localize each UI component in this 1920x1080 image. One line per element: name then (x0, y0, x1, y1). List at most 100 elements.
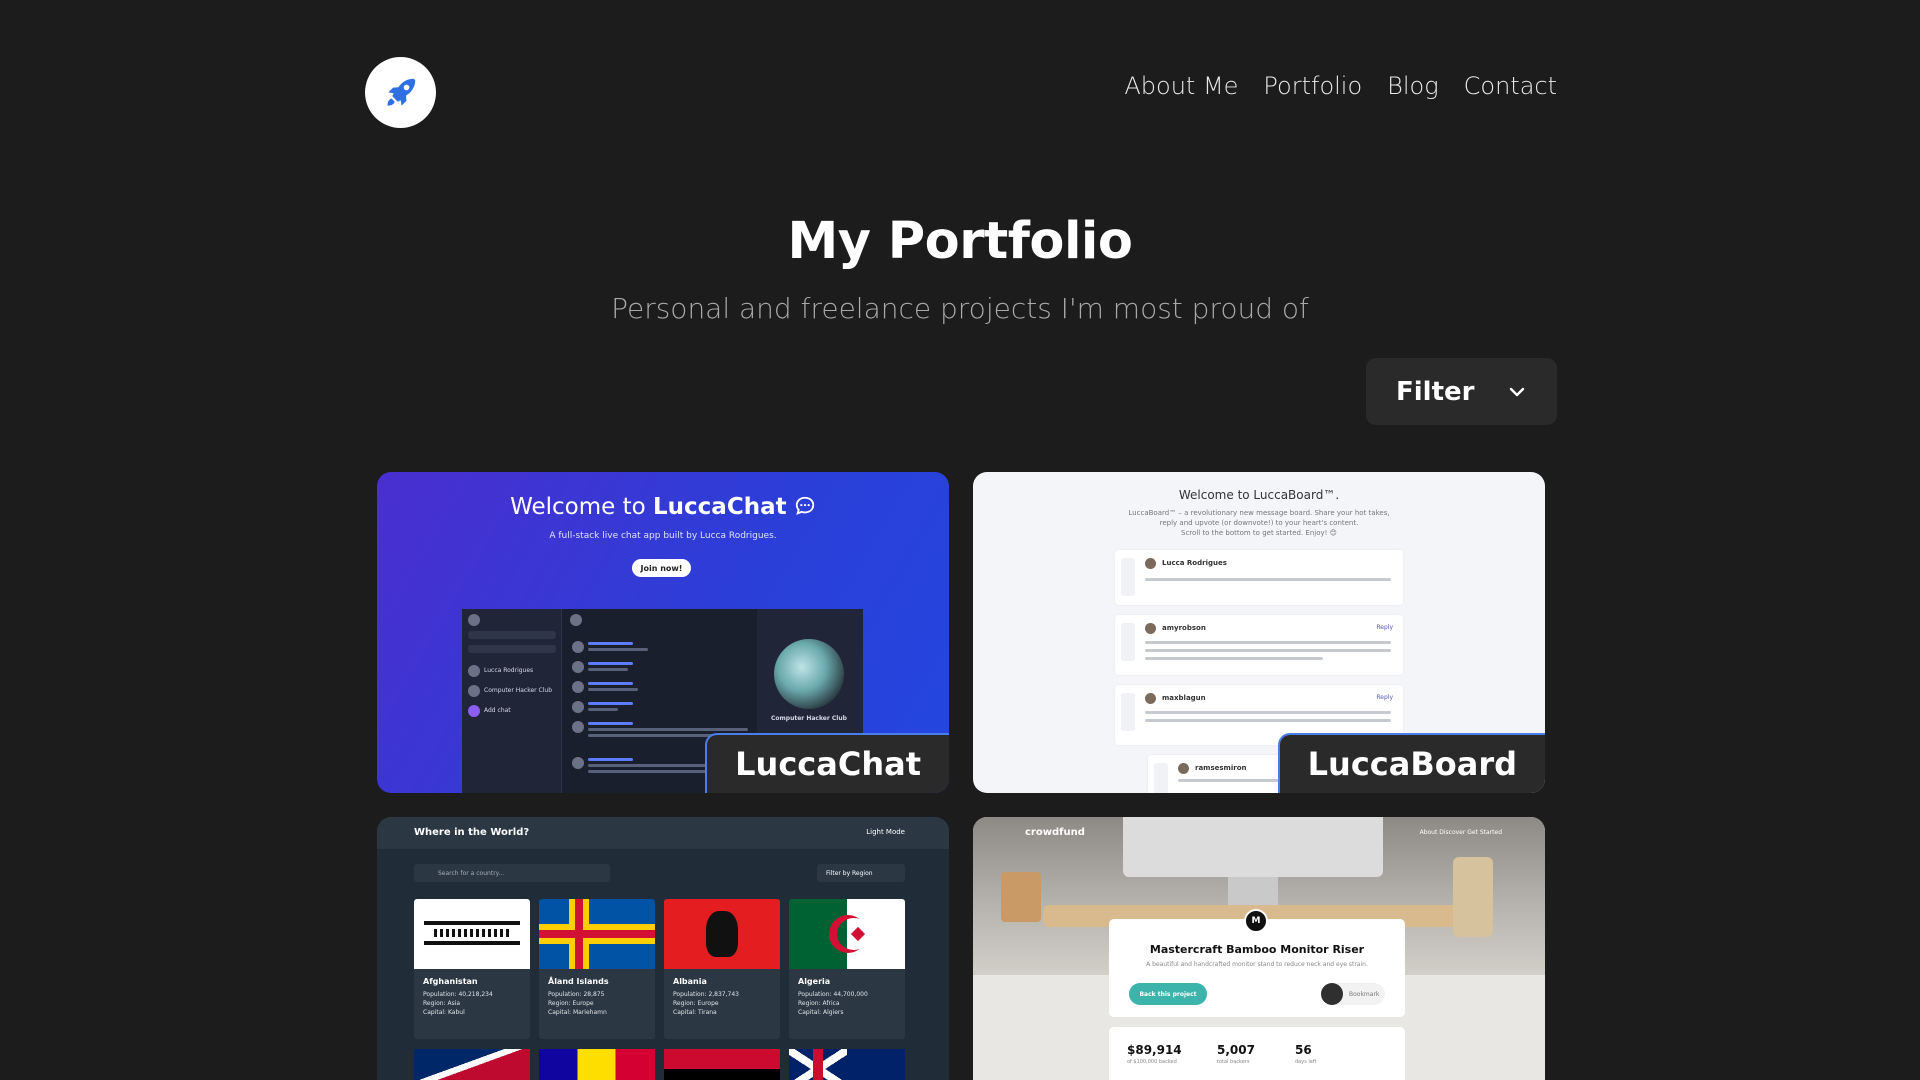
preview-search (468, 645, 556, 653)
nav-link-blog[interactable]: Blog (1387, 72, 1438, 100)
avatar (1178, 763, 1189, 774)
preview-chat-sidebar: Lucca Rodrigues Computer Hacker Club Add… (462, 609, 562, 793)
stat-value: 56 (1295, 1043, 1312, 1057)
bookmark-icon (1321, 983, 1343, 1005)
message-line (588, 662, 633, 665)
post-author: Lucca Rodrigues (1162, 559, 1227, 567)
avatar (1145, 693, 1156, 704)
country-name: Algeria (798, 977, 831, 986)
country-population: Population: 44,700,000 (798, 991, 868, 998)
country-capital: Capital: Kabul (423, 1009, 465, 1016)
country-region: Region: Europe (548, 1000, 594, 1007)
message-line (588, 722, 633, 725)
message-line (588, 702, 633, 705)
stat-value: 5,007 (1217, 1043, 1255, 1057)
post-author: amyrobson (1162, 624, 1206, 632)
project-title: LuccaChat (705, 733, 949, 793)
nav-link-portfolio[interactable]: Portfolio (1263, 72, 1362, 100)
preview-group-name: Computer Hacker Club (771, 715, 847, 722)
flag-anguilla (789, 1049, 905, 1080)
preview-intro: Scroll to the bottom to get started. Enj… (1181, 529, 1337, 537)
message-line (588, 642, 633, 645)
mastercraft-logo: M (1244, 909, 1268, 933)
preview-region-filter: Filter by Region (817, 864, 905, 882)
flag-angola (664, 1049, 780, 1080)
preview-side-item: Lucca Rodrigues (484, 667, 534, 674)
add-icon (468, 705, 480, 717)
avatar (1145, 558, 1156, 569)
preview-nav: About Discover Get Started (1419, 829, 1502, 836)
flag-aland (539, 899, 655, 969)
country-region: Region: Africa (798, 1000, 840, 1007)
monitor-stand-shape (1228, 877, 1278, 907)
avatar (572, 661, 584, 673)
stat-label: total backers (1217, 1059, 1250, 1065)
filter-label: Filter (1396, 376, 1475, 407)
preview-intro: reply and upvote (or downvote!) to your … (1159, 519, 1359, 527)
preview-tabs (468, 631, 556, 639)
avatar (468, 685, 480, 697)
preview-title: Where in the World? (414, 827, 530, 838)
preview-join-button: Join now! (632, 559, 691, 577)
preview-bookmark-button: Bookmark (1321, 983, 1385, 1005)
flag-albania (664, 899, 780, 969)
country-population: Population: 28,875 (548, 991, 605, 998)
project-title: LuccaBoard (1277, 733, 1545, 793)
vote-control (1121, 558, 1135, 596)
message-line (588, 648, 648, 651)
stat-backed: $89,914 of $100,000 backed (1127, 1043, 1182, 1065)
country-region: Region: Europe (673, 1000, 719, 1007)
project-card-crowdfund[interactable]: crowdfund About Discover Get Started Mas… (973, 817, 1545, 1080)
country-capital: Capital: Tirana (673, 1009, 717, 1016)
country-card: Algeria Population: 44,700,000 Region: A… (789, 899, 905, 1039)
country-card: Albania Population: 2,837,743 Region: Eu… (664, 899, 780, 1039)
preview-welcome: Welcome to LuccaChat (377, 494, 949, 520)
avatar (1145, 623, 1156, 634)
preview-brand: crowdfund (1025, 827, 1085, 838)
rocket-icon (387, 78, 415, 106)
reply-link: Reply (1376, 694, 1393, 701)
project-card-luccachat[interactable]: Welcome to LuccaChat A full-stack live c… (377, 472, 949, 793)
preview-product-desc: A beautiful and handcrafted monitor stan… (1146, 961, 1368, 968)
avatar (570, 614, 582, 626)
page-subtitle: Personal and freelance projects I'm most… (611, 292, 1309, 325)
preview-side-item: Computer Hacker Club (484, 687, 553, 694)
pencil-cup-shape (1001, 872, 1041, 922)
lamp-shape (1453, 857, 1493, 937)
post-text (1145, 578, 1391, 581)
flag-american-samoa (414, 1049, 530, 1080)
preview-product-panel: Mastercraft Bamboo Monitor Riser A beaut… (1109, 919, 1405, 1017)
preview-stats: $89,914 of $100,000 backed 5,007 total b… (1109, 1027, 1405, 1080)
project-card-luccaboard[interactable]: Welcome to LuccaBoard™. LuccaBoard™ – a … (973, 472, 1545, 793)
avatar (468, 614, 480, 626)
post-text (1145, 657, 1323, 660)
country-name: Albania (673, 977, 707, 986)
reply-link: Reply (1376, 624, 1393, 631)
message-line (588, 728, 748, 731)
page-title: My Portfolio (787, 212, 1133, 271)
project-card-countries[interactable]: Where in the World? Light Mode Search fo… (377, 817, 949, 1080)
country-population: Population: 2,837,743 (673, 991, 739, 998)
filter-dropdown[interactable]: Filter (1366, 358, 1557, 425)
avatar (572, 757, 584, 769)
nav-link-contact[interactable]: Contact (1464, 72, 1557, 100)
country-name: Åland Islands (548, 977, 609, 986)
site-logo[interactable] (365, 57, 436, 128)
vote-control (1154, 763, 1168, 793)
preview-side-item: Add chat (484, 707, 511, 714)
nav-link-about[interactable]: About Me (1124, 72, 1238, 100)
country-population: Population: 40,218,234 (423, 991, 493, 998)
preview-tagline: A full-stack live chat app built by Lucc… (549, 531, 777, 541)
message-line (588, 682, 633, 685)
post-text (1145, 711, 1391, 714)
stat-days: 56 days left (1295, 1043, 1317, 1065)
preview-intro: LuccaBoard™ – a revolutionary new messag… (1128, 509, 1390, 517)
avatar (572, 641, 584, 653)
preview-post: Lucca Rodrigues (1115, 550, 1403, 605)
avatar (468, 665, 480, 677)
post-author: maxblagun (1162, 694, 1206, 702)
flag-andorra (539, 1049, 655, 1080)
country-card: Afghanistan Population: 40,218,234 Regio… (414, 899, 530, 1039)
monitor-shape (1123, 817, 1383, 877)
post-text (1145, 649, 1391, 652)
